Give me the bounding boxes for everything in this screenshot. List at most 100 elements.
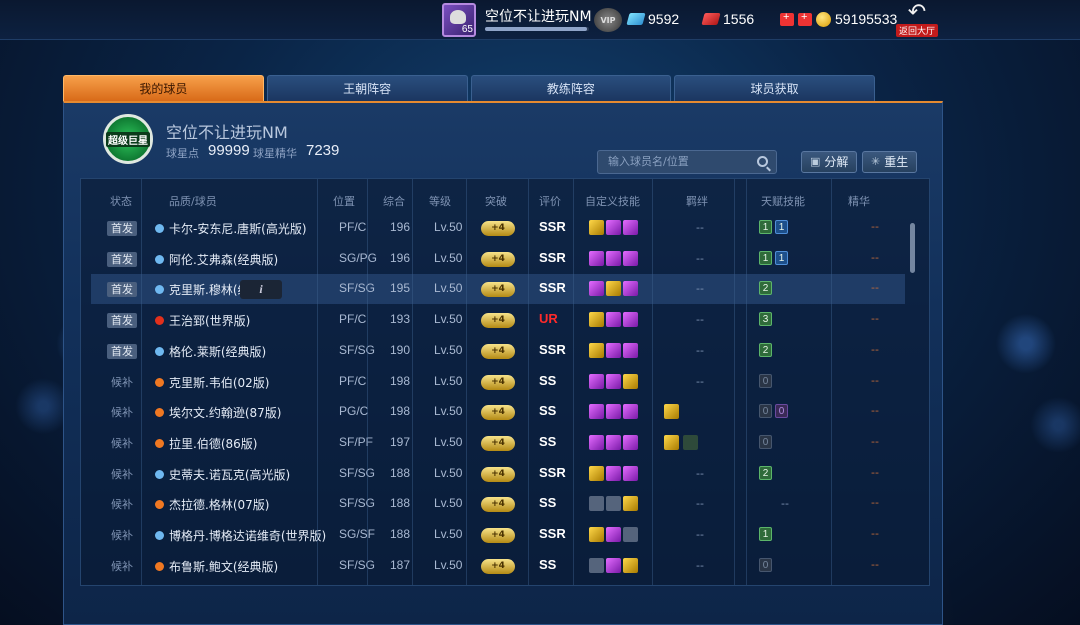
table-row[interactable]: 候补 杰拉德.格林(07版) SF/SG 188 Lv.50 +4 SS -- -- --	[91, 489, 905, 519]
table-row[interactable]: 首发 王治郅(世界版) PF/C 193 Lv.50 +4 UR -- 3 --	[91, 305, 905, 335]
player-level: Lv.50	[434, 404, 463, 419]
skill-icon[interactable]	[606, 496, 621, 512]
skill-icon[interactable]	[606, 250, 621, 266]
custom-skills	[589, 404, 638, 420]
skill-icon[interactable]	[589, 465, 604, 481]
player-name: 拉里.伯德(86版)	[169, 436, 258, 451]
talent-badge[interactable]: 1	[775, 220, 788, 234]
talent-badge[interactable]: 0	[759, 373, 772, 388]
coin-count: 59195533	[835, 11, 898, 27]
grade-label: SSR	[539, 526, 566, 541]
skill-icon[interactable]	[606, 404, 621, 420]
talent-badge[interactable]: 1	[759, 250, 772, 265]
table-row[interactable]: 候补 克里斯.韦伯(02版) PF/C 198 Lv.50 +4 SS -- 0 --	[91, 367, 905, 397]
ticket-counter[interactable]: 1556	[701, 11, 754, 27]
talent-badge[interactable]: 0	[775, 404, 788, 419]
decompose-button[interactable]: ▣ 分解	[801, 151, 858, 173]
gift-icon[interactable]	[780, 11, 794, 26]
skill-icon[interactable]	[623, 404, 638, 420]
talent-badge[interactable]: 2	[759, 465, 772, 480]
talent-badge[interactable]: 2	[759, 281, 772, 296]
rebirth-label: 重生	[884, 155, 909, 169]
skill-icon[interactable]	[623, 527, 638, 542]
skill-icon[interactable]	[623, 434, 638, 450]
bond-icon[interactable]	[664, 404, 679, 420]
skill-icon[interactable]	[606, 557, 621, 573]
talent-badge[interactable]: 1	[775, 250, 788, 265]
table-row[interactable]: 首发 格伦.莱斯(经典版) SF/SG 190 Lv.50 +4 SSR -- 2 --	[91, 336, 905, 366]
skill-icon[interactable]	[589, 404, 604, 420]
skill-icon[interactable]	[623, 373, 638, 389]
search-input[interactable]: 输入球员名/位置	[597, 150, 777, 174]
gift-icon[interactable]	[798, 11, 812, 26]
table-row[interactable]: 候补 埃尔文.约翰逊(87版) PG/C 198 Lv.50 +4 SS 0 0 --	[91, 397, 905, 427]
tab-player-acquire[interactable]: 球员获取	[674, 75, 875, 101]
skill-icon[interactable]	[606, 434, 621, 450]
skill-icon[interactable]	[623, 312, 638, 328]
info-icon[interactable]: i	[240, 280, 282, 299]
skill-icon[interactable]	[589, 434, 604, 450]
talent-badge[interactable]: 3	[759, 312, 772, 327]
skill-icon[interactable]	[589, 220, 604, 235]
back-to-lobby-button[interactable]: ↶ 返回大厅	[896, 2, 938, 38]
skill-icon[interactable]	[606, 465, 621, 481]
diamond-count: 9592	[648, 11, 680, 27]
table-scrollbar[interactable]	[910, 223, 915, 273]
tab-coach-lineup[interactable]: 教练阵容	[470, 75, 672, 101]
talent-badge[interactable]: 0	[759, 434, 772, 449]
search-icon[interactable]	[757, 156, 768, 167]
skill-icon[interactable]	[589, 373, 604, 389]
table-row[interactable]: 候补 博格丹.博格达诺维奇(世界版) SG/SF 188 Lv.50 +4 SSR -- 1 --	[91, 520, 905, 550]
grade-label: SSR	[539, 341, 566, 357]
skill-icon[interactable]	[589, 342, 604, 358]
talent-badge[interactable]: 0	[759, 557, 772, 572]
column-header: 状态	[110, 195, 132, 208]
tab-bar: 我的球员 王朝阵容 教练阵容 球员获取	[63, 75, 875, 101]
skill-icon[interactable]	[606, 527, 621, 542]
skill-icon[interactable]	[623, 342, 638, 358]
skill-icon[interactable]	[623, 250, 638, 266]
skill-icon[interactable]	[606, 342, 621, 358]
skill-icon[interactable]	[589, 557, 604, 573]
skill-icon[interactable]	[589, 312, 604, 328]
skill-icon[interactable]	[623, 281, 638, 297]
player-name: 埃尔文.约翰逊(87版)	[169, 406, 282, 421]
player-name: 杰拉德.格林(07版)	[169, 498, 270, 513]
status-badge: 首发	[107, 313, 137, 329]
player-position: SF/SG	[339, 465, 376, 480]
skill-icon[interactable]	[623, 496, 638, 512]
talent-badge[interactable]: 1	[759, 220, 772, 234]
table-row[interactable]: 首发 克里斯.穆林(经 SF/SG 195 Lv.50 +4 SSR -- 2 --	[91, 274, 905, 305]
skill-icon[interactable]	[623, 220, 638, 235]
skill-icon[interactable]	[589, 527, 604, 542]
talent-badge[interactable]: 0	[759, 404, 772, 419]
skill-icon[interactable]	[589, 496, 604, 512]
talent-badge[interactable]: 1	[759, 527, 772, 541]
vip-badge[interactable]: VIP	[594, 8, 622, 32]
tab-my-players[interactable]: 我的球员	[63, 75, 264, 101]
skill-icon[interactable]	[623, 557, 638, 573]
skill-icon[interactable]	[589, 250, 604, 266]
bond-icon[interactable]	[683, 434, 698, 450]
diamond-counter[interactable]: 9592	[626, 11, 680, 27]
avatar[interactable]: 65	[442, 3, 476, 37]
table-row[interactable]: 候补 史蒂夫.诺瓦克(高光版) SF/SG 188 Lv.50 +4 SSR -- 2 --	[91, 459, 905, 489]
skill-icon[interactable]	[589, 281, 604, 297]
skill-icon[interactable]	[606, 373, 621, 389]
coin-counter[interactable]: 59195533	[780, 11, 897, 27]
player-position: PF/C	[339, 373, 367, 388]
table-row[interactable]: 首发 阿伦.艾弗森(经典版) SG/PG 196 Lv.50 +4 SSR -- 1 1 --	[91, 244, 905, 274]
table-row[interactable]: 候补 布鲁斯.鲍文(经典版) SF/SG 187 Lv.50 +4 SS -- 0 --	[91, 551, 905, 581]
rebirth-button[interactable]: ✳ 重生	[862, 151, 918, 173]
username: 空位不让进玩NM	[485, 9, 592, 25]
table-row[interactable]: 首发 卡尔-安东尼.唐斯(高光版) PF/C 196 Lv.50 +4 SSR -- 1 1 --	[91, 213, 905, 243]
skill-icon[interactable]	[606, 220, 621, 235]
skill-icon[interactable]	[623, 465, 638, 481]
skill-icon[interactable]	[606, 312, 621, 328]
bond-icon[interactable]	[664, 434, 679, 450]
table-row[interactable]: 候补 拉里.伯德(86版) SF/PF 197 Lv.50 +4 SS 0 --	[91, 428, 905, 458]
talent-badge[interactable]: 2	[759, 342, 772, 357]
skill-icon[interactable]	[606, 281, 621, 297]
tab-dynasty-lineup[interactable]: 王朝阵容	[266, 75, 468, 101]
column-divider	[652, 179, 653, 585]
